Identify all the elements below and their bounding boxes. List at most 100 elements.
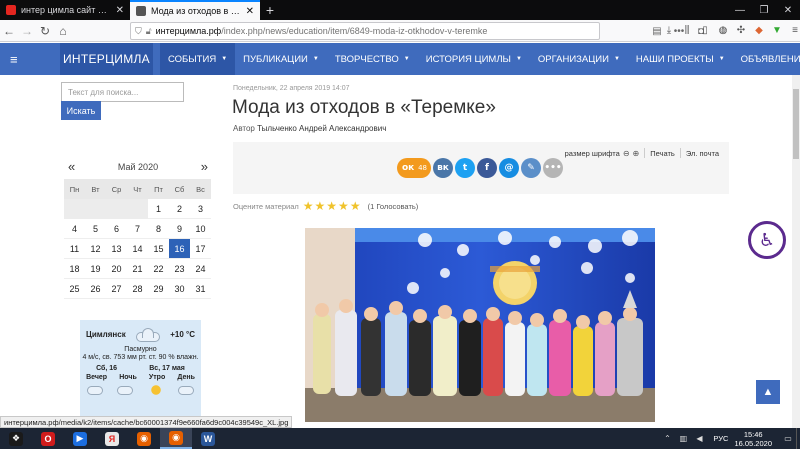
menu-item-1[interactable]: ПУБЛИКАЦИИ ▼ (235, 43, 327, 75)
accessibility-icon[interactable]: ♿︎ (748, 221, 786, 259)
address-bar[interactable]: ⛉ 🔓︎ интерцимла.рф /index.php/news/educa… (130, 22, 727, 40)
menu-item-3[interactable]: ИСТОРИЯ ЦИМЛЫ ▼ (418, 43, 530, 75)
volume-icon[interactable]: ◀︎ (691, 434, 707, 443)
menu-item-0[interactable]: СОБЫТИЯ ▼ (160, 43, 236, 75)
star-icon[interactable]: ★ (350, 199, 362, 213)
close-window-icon[interactable]: ✕ (776, 0, 800, 20)
menu-item-5[interactable]: НАШИ ПРОЕКТЫ ▼ (628, 43, 733, 75)
more-share-icon[interactable]: ••• (543, 158, 563, 178)
calendar-day[interactable]: 8 (148, 219, 169, 239)
scrollbar-thumb[interactable] (793, 89, 799, 159)
menu-item-2[interactable]: ТВОРЧЕСТВО ▼ (327, 43, 418, 75)
search-input[interactable]: Текст для поиска... (61, 82, 184, 102)
calendar-day[interactable]: 6 (106, 219, 127, 239)
calendar-day[interactable]: 30 (169, 279, 190, 299)
calendar-day[interactable]: 18 (64, 259, 85, 279)
vkontakte-share-icon[interactable]: вк (433, 158, 453, 178)
page-scrollbar[interactable] (792, 75, 800, 428)
mail-share-icon[interactable]: @ (499, 158, 519, 178)
shield-icon[interactable]: ⛉ (135, 26, 142, 37)
minimize-icon[interactable]: — (728, 0, 752, 20)
calendar-day[interactable]: 5 (85, 219, 106, 239)
calendar-day[interactable]: 12 (85, 239, 106, 259)
zoom-out-icon[interactable]: ⊖ (623, 149, 630, 158)
sidebar-icon[interactable]: ▯ (696, 22, 714, 40)
reload-icon[interactable]: ↻ (36, 24, 54, 38)
calendar-next-button[interactable]: » (201, 159, 208, 174)
calendar-day[interactable]: 20 (106, 259, 127, 279)
calendar-prev-button[interactable]: « (68, 159, 75, 174)
clock[interactable]: 15:46 16.05.2020 (734, 430, 772, 448)
star-icon[interactable]: ★ (326, 199, 338, 213)
calendar-day[interactable]: 2 (169, 199, 190, 219)
livejournal-share-icon[interactable]: ✎ (521, 158, 541, 178)
facebook-share-icon[interactable]: f (477, 158, 497, 178)
calendar-day[interactable]: 3 (190, 199, 211, 219)
account-icon[interactable]: ◍ (714, 22, 732, 40)
star-icon[interactable]: ★ (338, 199, 350, 213)
calendar-day[interactable]: 19 (85, 259, 106, 279)
taskbar-media-player[interactable]: ▶ (64, 428, 96, 449)
calendar-day[interactable]: 17 (190, 239, 211, 259)
input-language[interactable]: РУС (713, 434, 728, 443)
calendar-day[interactable]: 23 (169, 259, 190, 279)
calendar-day[interactable]: 24 (190, 259, 211, 279)
email-button[interactable]: Эл. почта (686, 149, 719, 158)
extension-icon-2[interactable]: ◆ (750, 22, 768, 40)
notifications-icon[interactable]: ▭ (780, 434, 796, 443)
calendar-day[interactable]: 13 (106, 239, 127, 259)
close-tab-icon[interactable]: ✕ (246, 6, 254, 17)
zoom-in-icon[interactable]: ⊕ (633, 149, 640, 158)
taskbar-opera[interactable]: O (32, 428, 64, 449)
library-icon[interactable]: ⫼ (678, 22, 696, 40)
rating-stars[interactable]: ★★★★★ (303, 199, 362, 213)
home-icon[interactable]: ⌂ (54, 24, 72, 38)
new-tab-button[interactable]: + (260, 0, 280, 20)
close-tab-icon[interactable]: ✕ (116, 5, 124, 16)
insecure-lock-icon[interactable]: 🔓︎ (146, 26, 152, 37)
odnoklassniki-share-icon[interactable]: ок 48 (397, 158, 431, 178)
extension-icon[interactable]: ✣ (732, 22, 750, 40)
menu-item-6[interactable]: ОБЪЯВЛЕНИЯ (733, 43, 800, 75)
calendar-day[interactable]: 4 (64, 219, 85, 239)
maximize-icon[interactable]: ❐ (752, 0, 776, 20)
calendar-day[interactable]: 28 (127, 279, 148, 299)
article-photo[interactable] (305, 228, 655, 422)
scroll-to-top-button[interactable]: ▲ (756, 380, 780, 404)
search-button[interactable]: Искать (61, 101, 101, 120)
downloads-icon[interactable]: ⤓ (660, 22, 678, 40)
calendar-day[interactable]: 29 (148, 279, 169, 299)
taskbar-firefox-active[interactable]: ◉ (160, 428, 192, 449)
network-icon[interactable]: ▥ (675, 434, 691, 443)
author-name[interactable]: Тыльченко Андрей Александрович (257, 124, 386, 133)
calendar-day[interactable]: 15 (148, 239, 169, 259)
print-button[interactable]: Печать (650, 149, 675, 158)
star-icon[interactable]: ★ (303, 199, 315, 213)
twitter-share-icon[interactable]: t (455, 158, 475, 178)
calendar-day[interactable]: 22 (148, 259, 169, 279)
calendar-day[interactable]: 27 (106, 279, 127, 299)
calendar-day[interactable]: 11 (64, 239, 85, 259)
taskbar-start[interactable]: ❖ (0, 428, 32, 449)
menu-icon[interactable]: ≡ (786, 22, 800, 40)
taskbar-word[interactable]: W (192, 428, 224, 449)
calendar-day[interactable]: 21 (127, 259, 148, 279)
taskbar-firefox[interactable]: ◉ (128, 428, 160, 449)
calendar-day[interactable]: 14 (127, 239, 148, 259)
calendar-day[interactable]: 10 (190, 219, 211, 239)
tray-overflow-icon[interactable]: ⌃ (659, 434, 675, 443)
taskbar-yandex-browser[interactable]: Я (96, 428, 128, 449)
calendar-day[interactable]: 16 (169, 239, 190, 259)
calendar-day[interactable]: 7 (127, 219, 148, 239)
browser-tab-article[interactable]: Мода из отходов в «Теремке» ✕ (130, 0, 260, 20)
calendar-day[interactable]: 31 (190, 279, 211, 299)
calendar-day[interactable]: 26 (85, 279, 106, 299)
forward-arrow-icon[interactable]: → (18, 24, 36, 38)
back-arrow-icon[interactable]: ← (0, 24, 18, 38)
site-logo[interactable]: ИНТЕРЦИМЛА (60, 43, 153, 75)
calendar-day[interactable]: 25 (64, 279, 85, 299)
menu-item-4[interactable]: ОРГАНИЗАЦИИ ▼ (530, 43, 628, 75)
extension-icon-3[interactable]: ▼ (768, 22, 786, 40)
hamburger-menu-icon[interactable]: ≡ (10, 52, 18, 67)
star-icon[interactable]: ★ (315, 199, 327, 213)
